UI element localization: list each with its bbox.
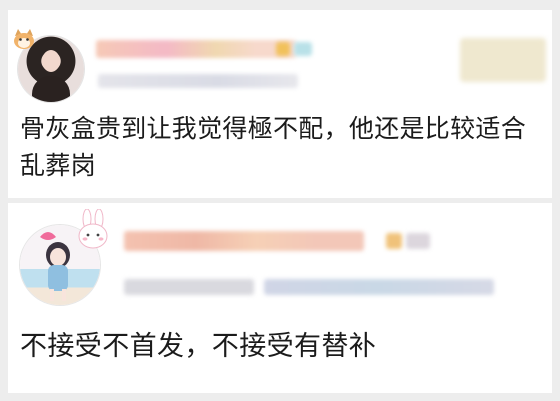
level-badge-blurred (294, 42, 312, 56)
post-meta-blurred (98, 74, 298, 88)
avatar-face (42, 50, 60, 72)
comment-feed: 骨灰盒贵到让我觉得極不配，他还是比较适合 乱葬岗 不接受不首发，不接受有替补 (0, 0, 560, 401)
comment-text: 骨灰盒贵到让我觉得極不配，他还是比较适合 乱葬岗 (20, 110, 526, 184)
username-blurred[interactable] (96, 40, 296, 58)
comment-text-line: 骨灰盒贵到让我觉得極不配，他还是比较适合 (20, 114, 527, 143)
comment-text-line: 不接受不首发，不接受有替补 (20, 331, 377, 362)
comment-text-line: 乱葬岗 (20, 151, 96, 180)
comment-text: 不接受不首发，不接受有替补 (20, 327, 376, 367)
post-meta-blurred (124, 279, 254, 295)
comment-card: 骨灰盒贵到让我觉得極不配，他还是比较适合 乱葬岗 (8, 10, 552, 198)
level-badge-blurred (406, 233, 430, 249)
vip-badge-blurred (386, 233, 402, 249)
pet-badge-icon (14, 29, 34, 49)
username-blurred[interactable] (124, 231, 364, 251)
comment-card: 不接受不首发，不接受有替补 (8, 203, 552, 393)
post-source-blurred (264, 279, 494, 295)
reply-button-blurred[interactable] (460, 38, 546, 82)
bunny-icon (78, 209, 108, 249)
vip-badge-blurred (276, 42, 290, 56)
avatar-body (32, 76, 70, 102)
